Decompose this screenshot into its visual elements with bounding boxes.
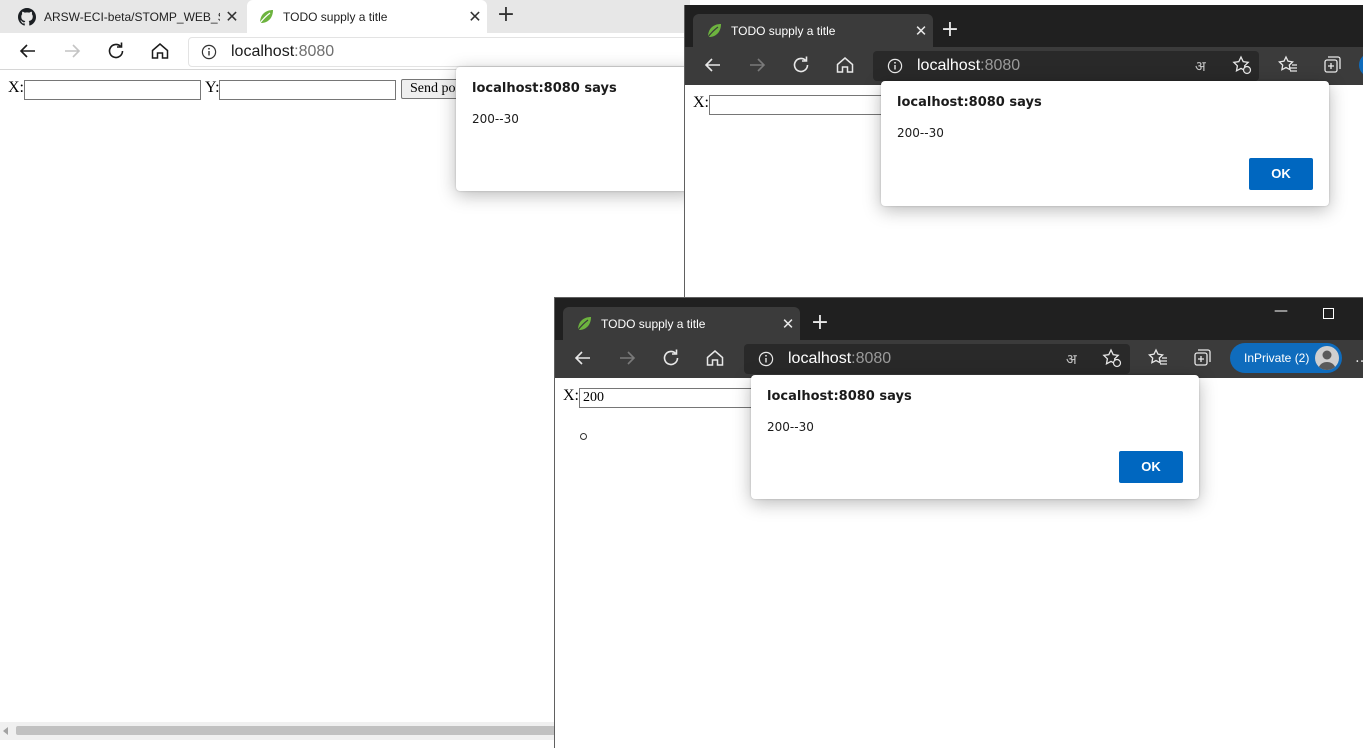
ok-button[interactable]: OK	[1119, 451, 1183, 483]
minimize-icon[interactable]: —	[1258, 303, 1304, 319]
dialog-message: 200--30	[767, 420, 814, 434]
tab-todo[interactable]: TODO supply a title ✕	[563, 307, 800, 340]
dialog-title: localhost:8080 says	[767, 389, 912, 404]
new-tab-icon[interactable]: +	[938, 19, 962, 41]
x-label: X:	[693, 94, 709, 111]
forward-icon[interactable]	[745, 53, 769, 77]
maximize-icon[interactable]	[1323, 308, 1334, 319]
ok-button[interactable]: OK	[1249, 158, 1313, 190]
home-icon[interactable]	[703, 346, 727, 370]
x-input[interactable]	[24, 80, 201, 100]
forward-icon[interactable]	[60, 39, 84, 63]
collections-icon[interactable]	[1321, 54, 1343, 76]
info-icon[interactable]	[201, 44, 217, 60]
tab-todo[interactable]: TODO supply a title ✕	[693, 14, 933, 47]
url-text: localhost:8080	[231, 43, 335, 60]
alert-dialog: localhost:8080 says 200--30 OK	[881, 81, 1329, 206]
tab-label: TODO supply a title	[731, 23, 836, 38]
close-tab-icon[interactable]: ✕	[220, 7, 244, 27]
x-label: X:	[8, 79, 24, 96]
browser-window-3: TODO supply a title ✕ + — localhost:8080…	[554, 297, 1363, 748]
x-label: X:	[563, 387, 579, 404]
inprivate-button[interactable]: InPrivate (2)	[1230, 343, 1342, 373]
read-aloud-icon[interactable]: अ	[1066, 350, 1084, 368]
forward-icon[interactable]	[615, 346, 639, 370]
favorites-icon[interactable]	[1147, 347, 1169, 369]
tab-todo[interactable]: TODO supply a title ✕	[247, 0, 487, 33]
y-label: Y:	[205, 79, 220, 96]
add-favorite-icon[interactable]	[1101, 347, 1123, 369]
url-text: localhost:8080	[917, 57, 1021, 74]
spring-leaf-icon	[575, 315, 593, 333]
inprivate-label: InPrivate (2)	[1244, 351, 1310, 365]
dialog-message: 200--30	[897, 126, 944, 140]
browser-window-2: TODO supply a title ✕ + localhost:8080 अ…	[684, 5, 1363, 305]
tab-label: TODO supply a title	[283, 9, 388, 24]
alert-dialog: localhost:8080 says 200--30 OK	[751, 375, 1199, 499]
scrollbar-thumb[interactable]	[16, 726, 561, 735]
x-input[interactable]: 200	[579, 388, 756, 408]
back-icon[interactable]	[571, 346, 595, 370]
refresh-icon[interactable]	[104, 39, 128, 63]
add-favorite-icon[interactable]	[1231, 54, 1253, 76]
collections-icon[interactable]	[1191, 347, 1213, 369]
close-tab-icon[interactable]: ✕	[776, 315, 800, 333]
info-icon[interactable]	[887, 58, 903, 74]
read-aloud-icon[interactable]: अ	[1195, 57, 1213, 75]
tab-label: ARSW-ECI-beta/STOMP_WEB_SC	[44, 9, 220, 24]
back-icon[interactable]	[701, 53, 725, 77]
point-marker	[580, 433, 587, 440]
favorites-icon[interactable]	[1277, 54, 1299, 76]
github-icon	[18, 7, 36, 26]
new-tab-icon[interactable]: +	[494, 4, 518, 28]
home-icon[interactable]	[148, 39, 172, 63]
tab-label: TODO supply a title	[601, 316, 706, 331]
refresh-icon[interactable]	[789, 53, 813, 77]
avatar	[1315, 346, 1339, 370]
x-input[interactable]	[709, 95, 886, 115]
dialog-title: localhost:8080 says	[472, 81, 617, 96]
url-text: localhost:8080	[788, 350, 892, 367]
scroll-left-icon[interactable]	[3, 727, 8, 735]
new-tab-icon[interactable]: +	[808, 312, 832, 334]
info-icon[interactable]	[758, 351, 774, 367]
dialog-message: 200--30	[472, 112, 519, 126]
address-bar[interactable]: localhost:8080	[188, 37, 710, 67]
close-tab-icon[interactable]: ✕	[909, 22, 933, 40]
alert-dialog: localhost:8080 says 200--30	[456, 67, 696, 191]
more-icon[interactable]: …	[1355, 350, 1363, 366]
back-icon[interactable]	[16, 39, 40, 63]
home-icon[interactable]	[833, 53, 857, 77]
y-input[interactable]	[219, 80, 396, 100]
dialog-title: localhost:8080 says	[897, 95, 1042, 110]
spring-leaf-icon	[257, 8, 275, 26]
spring-leaf-icon	[705, 22, 723, 40]
close-tab-icon[interactable]: ✕	[463, 7, 487, 27]
tab-github[interactable]: ARSW-ECI-beta/STOMP_WEB_SC ✕	[8, 0, 244, 33]
refresh-icon[interactable]	[659, 346, 683, 370]
